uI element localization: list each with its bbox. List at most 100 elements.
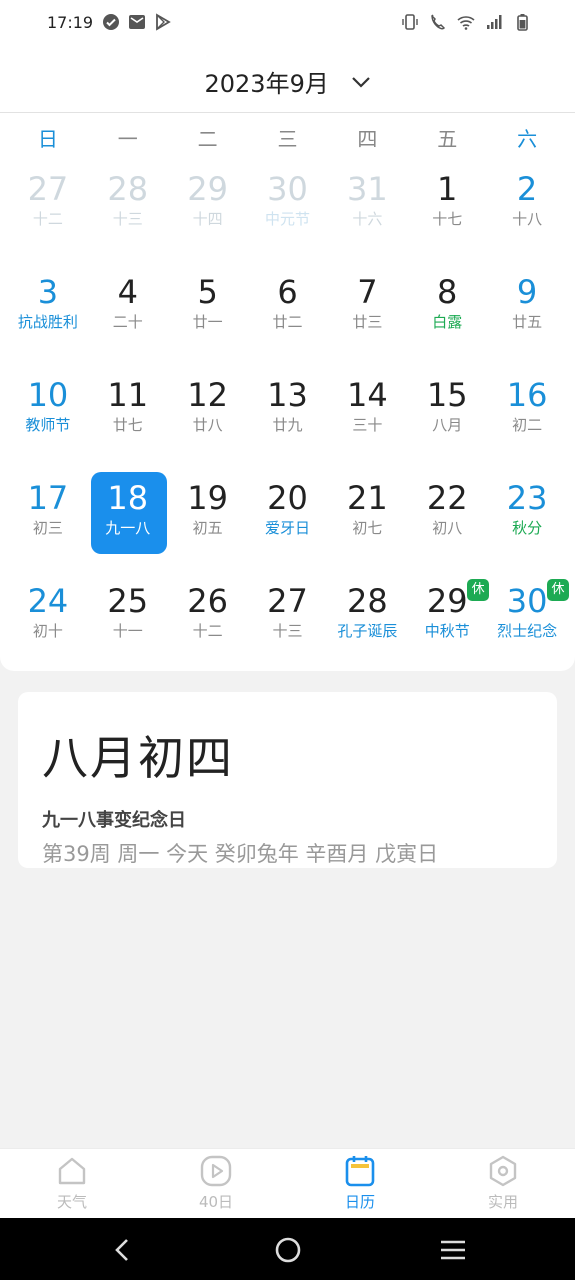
day-number: 25 xyxy=(107,582,149,620)
calendar-day[interactable]: 7 廿三 xyxy=(327,268,407,371)
wifi-icon xyxy=(457,16,475,30)
day-number: 1 xyxy=(437,170,458,208)
lunar-label: 教师节 xyxy=(25,416,71,434)
lunar-label: 三十 xyxy=(352,416,383,434)
calendar-day[interactable]: 24 初十 xyxy=(8,577,88,680)
nav-label: 40日 xyxy=(198,1193,234,1211)
lunar-label: 十七 xyxy=(432,210,463,228)
lunar-label: 廿八 xyxy=(192,416,223,434)
status-time: 17:19 xyxy=(47,13,94,32)
nav-item-40days[interactable]: 40日 xyxy=(166,1153,266,1212)
chevron-down-icon xyxy=(351,76,370,88)
calendar-day[interactable]: 27 十二 xyxy=(8,165,88,268)
calendar-day[interactable]: 3 抗战胜利 xyxy=(8,268,88,371)
nav-item-calendar[interactable]: 日历 xyxy=(310,1153,410,1212)
calendar-day[interactable]: 1 十七 xyxy=(407,165,487,268)
lunar-label: 廿五 xyxy=(512,313,543,331)
calendar-week: 3 抗战胜利 4 二十 5 廿一 6 廿二 7 廿三 8 白露 9 廿五 xyxy=(8,268,567,371)
day-number: 13 xyxy=(267,376,308,414)
calendar-day[interactable]: 19 初五 xyxy=(168,474,248,577)
weekday-label: 二 xyxy=(197,127,218,151)
hexagon-icon xyxy=(489,1155,517,1187)
home-icon[interactable] xyxy=(273,1235,303,1265)
day-number: 30 xyxy=(267,170,308,208)
calendar-day[interactable]: 22 初八 xyxy=(407,474,487,577)
day-number: 18 xyxy=(107,479,149,517)
calendar-week: 24 初十 25 十一 26 十二 27 十三 28 孔子诞辰 29 中秋节休 30 烈士纪念休 xyxy=(8,577,570,680)
calendar-day[interactable]: 6 廿二 xyxy=(248,268,328,371)
calendar-days: 27 十二 28 十三 29 十四 30 中元节 31 十六 1 十七 2 十八 3 抗战胜利 4 二十 5 廿一 6 廿… xyxy=(8,165,570,680)
day-number: 11 xyxy=(107,376,149,414)
bottom-nav: 天气 40日 日历 实用 xyxy=(0,1148,575,1219)
calendar-day[interactable]: 14 三十 xyxy=(327,371,407,474)
back-icon[interactable] xyxy=(108,1235,138,1265)
signal-icon xyxy=(487,15,502,29)
calendar-day[interactable]: 16 初二 xyxy=(487,371,567,474)
calendar-day[interactable]: 8 白露 xyxy=(407,268,487,371)
calendar-day[interactable]: 29 十四 xyxy=(168,165,248,268)
calendar-day[interactable]: 13 廿九 xyxy=(248,371,328,474)
lunar-label: 八月 xyxy=(432,416,463,434)
lunar-label: 中元节 xyxy=(265,210,311,228)
nav-label: 日历 xyxy=(344,1193,375,1211)
calendar-icon xyxy=(345,1156,375,1187)
calendar-day[interactable]: 27 十三 xyxy=(248,577,328,680)
lunar-label: 孔子诞辰 xyxy=(337,622,398,640)
calendar-day[interactable]: 31 十六 xyxy=(327,165,407,268)
lunar-label: 九一八 xyxy=(105,519,151,537)
day-info-card: 八月初四 九一八事变纪念日 第39周 周一 今天 癸卯兔年 辛酉月 戊寅日 xyxy=(18,692,557,868)
weekday-label: 日 xyxy=(37,127,58,151)
lunar-label: 初五 xyxy=(192,519,223,537)
lunar-label: 初三 xyxy=(32,519,63,537)
day-number: 26 xyxy=(187,582,228,620)
calendar-day[interactable]: 2 十八 xyxy=(487,165,567,268)
calendar-day[interactable]: 17 初三 xyxy=(8,474,88,577)
lunar-label: 初二 xyxy=(512,416,543,434)
day-number: 31 xyxy=(347,170,388,208)
day-number: 22 xyxy=(426,479,468,517)
day-number: 21 xyxy=(347,479,388,517)
nav-item-utility[interactable]: 实用 xyxy=(453,1153,553,1212)
calendar-day[interactable]: 21 初七 xyxy=(327,474,407,577)
lunar-label: 廿九 xyxy=(272,416,303,434)
calendar-day[interactable]: 30 中元节 xyxy=(248,165,328,268)
calendar-day[interactable]: 10 教师节 xyxy=(8,371,88,474)
calendar-day[interactable]: 11 廿七 xyxy=(88,371,168,474)
nav-label: 实用 xyxy=(487,1193,518,1211)
lunar-label: 廿二 xyxy=(272,313,303,331)
calendar-day[interactable]: 30 烈士纪念休 xyxy=(487,577,570,680)
calendar-day[interactable]: 28 孔子诞辰 xyxy=(327,577,407,680)
calendar-day[interactable]: 28 十三 xyxy=(88,165,168,268)
event-title: 九一八事变纪念日 xyxy=(42,810,186,831)
play-icon xyxy=(200,1155,232,1187)
menu-icon[interactable] xyxy=(438,1235,468,1265)
lunar-label: 十二 xyxy=(32,210,63,228)
day-number: 29 xyxy=(187,170,228,208)
holiday-badge: 休 xyxy=(547,579,570,601)
calendar-week: 17 初三 18 九一八 19 初五 20 爱牙日 21 初七 22 初八 23 秋分 xyxy=(8,472,567,577)
calendar-day[interactable]: 29 中秋节休 xyxy=(407,577,490,680)
calendar-day[interactable]: 23 秋分 xyxy=(487,474,567,577)
calendar-day[interactable]: 20 爱牙日 xyxy=(248,474,328,577)
calendar-day[interactable]: 4 二十 xyxy=(88,268,168,371)
day-number: 4 xyxy=(117,273,138,311)
calendar-day[interactable]: 12 廿八 xyxy=(168,371,248,474)
calendar-day[interactable]: 26 十二 xyxy=(168,577,248,680)
calendar-day[interactable]: 5 廿一 xyxy=(168,268,248,371)
calendar-day[interactable]: 15 八月 xyxy=(407,371,487,474)
lunar-label: 初七 xyxy=(352,519,383,537)
month-selector[interactable]: 2023年9月 xyxy=(0,64,575,99)
wifi-call-icon xyxy=(430,14,446,30)
play-store-icon xyxy=(156,13,171,31)
day-number: 16 xyxy=(506,376,548,414)
day-number: 17 xyxy=(27,479,69,517)
calendar-day-selected[interactable]: 18 九一八 xyxy=(88,472,168,577)
check-circle-icon xyxy=(103,14,119,30)
calendar-day[interactable]: 25 十一 xyxy=(88,577,168,680)
calendar-day[interactable]: 9 廿五 xyxy=(487,268,567,371)
day-number: 5 xyxy=(197,273,218,311)
day-number: 14 xyxy=(347,376,388,414)
day-number: 12 xyxy=(187,376,228,414)
nav-item-weather[interactable]: 天气 xyxy=(22,1153,122,1212)
lunar-label: 白露 xyxy=(432,313,463,331)
